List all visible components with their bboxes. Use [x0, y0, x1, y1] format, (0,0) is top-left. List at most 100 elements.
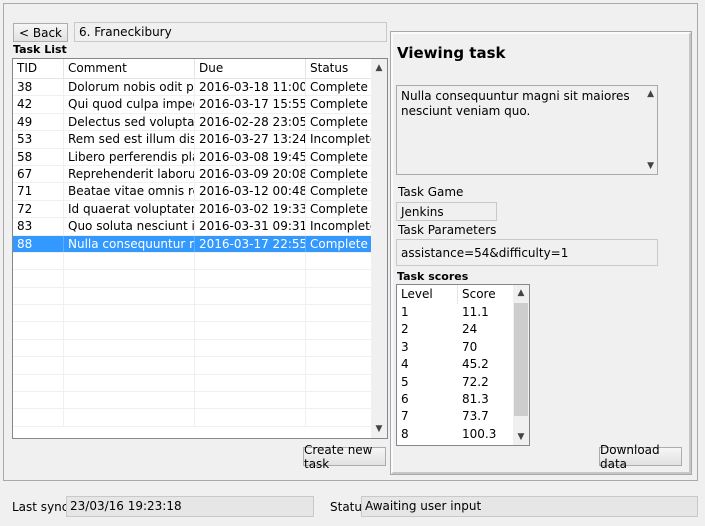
- cell-due: [195, 409, 306, 426]
- cell-tid: [13, 374, 64, 392]
- score-row[interactable]: 2 24: [397, 321, 529, 338]
- scroll-up-icon[interactable]: ▲: [371, 60, 387, 76]
- empty-row: [13, 392, 372, 410]
- score-row[interactable]: 8 100.3: [397, 426, 529, 443]
- cell-score: 100.3: [462, 426, 497, 441]
- cell-due: 2016-03-08 19:45:28: [195, 148, 306, 165]
- table-row[interactable]: 42Qui quod culpa impedit a2016-03-17 15:…: [13, 96, 372, 114]
- cell-tid: 83: [13, 218, 64, 235]
- scores-scroll-up-icon[interactable]: ▲: [513, 285, 529, 301]
- cell-status: [306, 339, 372, 357]
- cell-comment: Id quaerat voluptatem dig: [64, 200, 195, 218]
- cell-status: Complete: [306, 200, 372, 218]
- task-list-title: Task List: [13, 43, 67, 56]
- cell-tid: [13, 252, 64, 270]
- task-table-scrollbar[interactable]: ▲ ▼: [371, 59, 387, 438]
- table-row[interactable]: 53Rem sed est illum distinct2016-03-27 1…: [13, 131, 372, 149]
- cell-status: Complete: [306, 96, 372, 113]
- scores-scroll-down-icon[interactable]: ▼: [513, 429, 529, 445]
- task-comment-text: Nulla consequuntur magni sit maiores nes…: [401, 89, 630, 118]
- table-row[interactable]: 72Id quaerat voluptatem dig2016-03-02 19…: [13, 200, 372, 219]
- table-row[interactable]: 88Nulla consequuntur magn2016-03-17 22:5…: [13, 235, 372, 253]
- table-row[interactable]: 83Quo soluta nesciunt ipsa s2016-03-31 0…: [13, 218, 372, 236]
- comment-scroll-down-icon[interactable]: ▼: [647, 161, 654, 171]
- cell-due: 2016-03-18 11:00:23: [195, 79, 306, 96]
- cell-status: Complete: [306, 79, 372, 96]
- cell-due: 2016-03-02 19:33:55: [195, 200, 306, 218]
- cell-score: 70: [462, 339, 478, 354]
- score-row[interactable]: 4 45.2: [397, 356, 529, 373]
- cell-tid: 71: [13, 183, 64, 200]
- scores-table[interactable]: Level Score 1 11.1 2 24 3 70 4 45.2 5 72.2 6 81.3 7 7…: [396, 284, 530, 446]
- cell-status: Complete: [306, 165, 372, 183]
- scroll-down-icon[interactable]: ▼: [371, 421, 387, 437]
- cell-comment: [64, 305, 195, 322]
- cell-level: 6: [401, 391, 409, 406]
- cell-status: [306, 322, 372, 339]
- column-header-status[interactable]: Status: [306, 59, 372, 78]
- cell-status: [306, 374, 372, 392]
- cell-comment: [64, 374, 195, 392]
- column-header-score[interactable]: Score: [458, 285, 514, 304]
- score-row[interactable]: 6 81.3: [397, 391, 529, 408]
- cell-comment: Rem sed est illum distinct: [64, 131, 195, 148]
- download-data-button[interactable]: Download data: [599, 443, 682, 471]
- cell-level: 4: [401, 357, 409, 372]
- cell-status: [306, 252, 372, 270]
- task-game-label: Task Game: [398, 185, 464, 199]
- cell-due: 2016-03-17 22:55:40: [195, 235, 306, 252]
- column-header-due[interactable]: Due: [195, 59, 306, 78]
- task-rows: 38Dolorum nobis odit porro2016-03-18 11:…: [13, 79, 372, 427]
- scores-table-header: Level Score: [397, 285, 529, 304]
- column-header-tid[interactable]: TID: [13, 59, 64, 78]
- cell-score: 45.2: [462, 357, 489, 372]
- cell-level: 5: [401, 374, 409, 389]
- cell-level: 3: [401, 339, 409, 354]
- create-new-task-button[interactable]: Create new task: [303, 443, 386, 471]
- score-row[interactable]: 3 70: [397, 339, 529, 356]
- cell-tid: [13, 409, 64, 426]
- empty-row: [13, 409, 372, 427]
- cell-due: 2016-03-27 13:24:37: [195, 131, 306, 148]
- table-row[interactable]: 71Beatae vitae omnis repell2016-03-12 00…: [13, 183, 372, 201]
- score-row[interactable]: 1 11.1: [397, 304, 529, 321]
- score-rows: 1 11.1 2 24 3 70 4 45.2 5 72.2 6 81.3 7 73.7 8 100.3: [397, 304, 529, 443]
- cell-due: [195, 252, 306, 270]
- cell-comment: [64, 357, 195, 374]
- cell-status: [306, 287, 372, 305]
- cell-status: Incomplete: [306, 218, 372, 235]
- table-row[interactable]: 67Reprehenderit laborum m2016-03-09 20:0…: [13, 165, 372, 184]
- cell-status: Incomplete: [306, 131, 372, 148]
- cell-level: 1: [401, 305, 409, 319]
- back-button[interactable]: < Back: [13, 23, 68, 42]
- empty-row: [13, 322, 372, 340]
- cell-tid: [13, 322, 64, 339]
- score-row[interactable]: 5 72.2: [397, 374, 529, 391]
- column-header-comment[interactable]: Comment: [64, 59, 195, 78]
- cell-comment: [64, 409, 195, 426]
- comment-scroll-up-icon[interactable]: ▲: [647, 89, 654, 99]
- table-row[interactable]: 38Dolorum nobis odit porro2016-03-18 11:…: [13, 79, 372, 97]
- task-comment-box[interactable]: Nulla consequuntur magni sit maiores nes…: [396, 85, 658, 175]
- cell-score: 11.1: [462, 305, 489, 319]
- scores-scroll-thumb[interactable]: [514, 303, 528, 416]
- column-header-level[interactable]: Level: [397, 285, 458, 304]
- cell-comment: [64, 252, 195, 270]
- table-row[interactable]: 58Libero perferendis placea2016-03-08 19…: [13, 148, 372, 166]
- cell-due: 2016-03-09 20:08:22: [195, 165, 306, 183]
- empty-row: [13, 305, 372, 323]
- cell-due: [195, 270, 306, 287]
- scores-scrollbar[interactable]: ▲ ▼: [513, 285, 529, 445]
- table-row[interactable]: 49Delectus sed voluptates f2016-02-28 23…: [13, 113, 372, 132]
- cell-status: [306, 409, 372, 426]
- cell-comment: [64, 392, 195, 409]
- cell-due: 2016-03-17 15:55:36: [195, 96, 306, 113]
- cell-score: 81.3: [462, 391, 489, 406]
- cell-comment: [64, 287, 195, 305]
- task-game-field: Jenkins: [396, 202, 497, 221]
- cell-due: 2016-03-12 00:48:08: [195, 183, 306, 200]
- score-row[interactable]: 7 73.7: [397, 408, 529, 425]
- task-table[interactable]: TID Comment Due Status 38 Dolorum nobis o…: [12, 58, 388, 439]
- cell-comment: [64, 270, 195, 287]
- cell-comment: [64, 322, 195, 339]
